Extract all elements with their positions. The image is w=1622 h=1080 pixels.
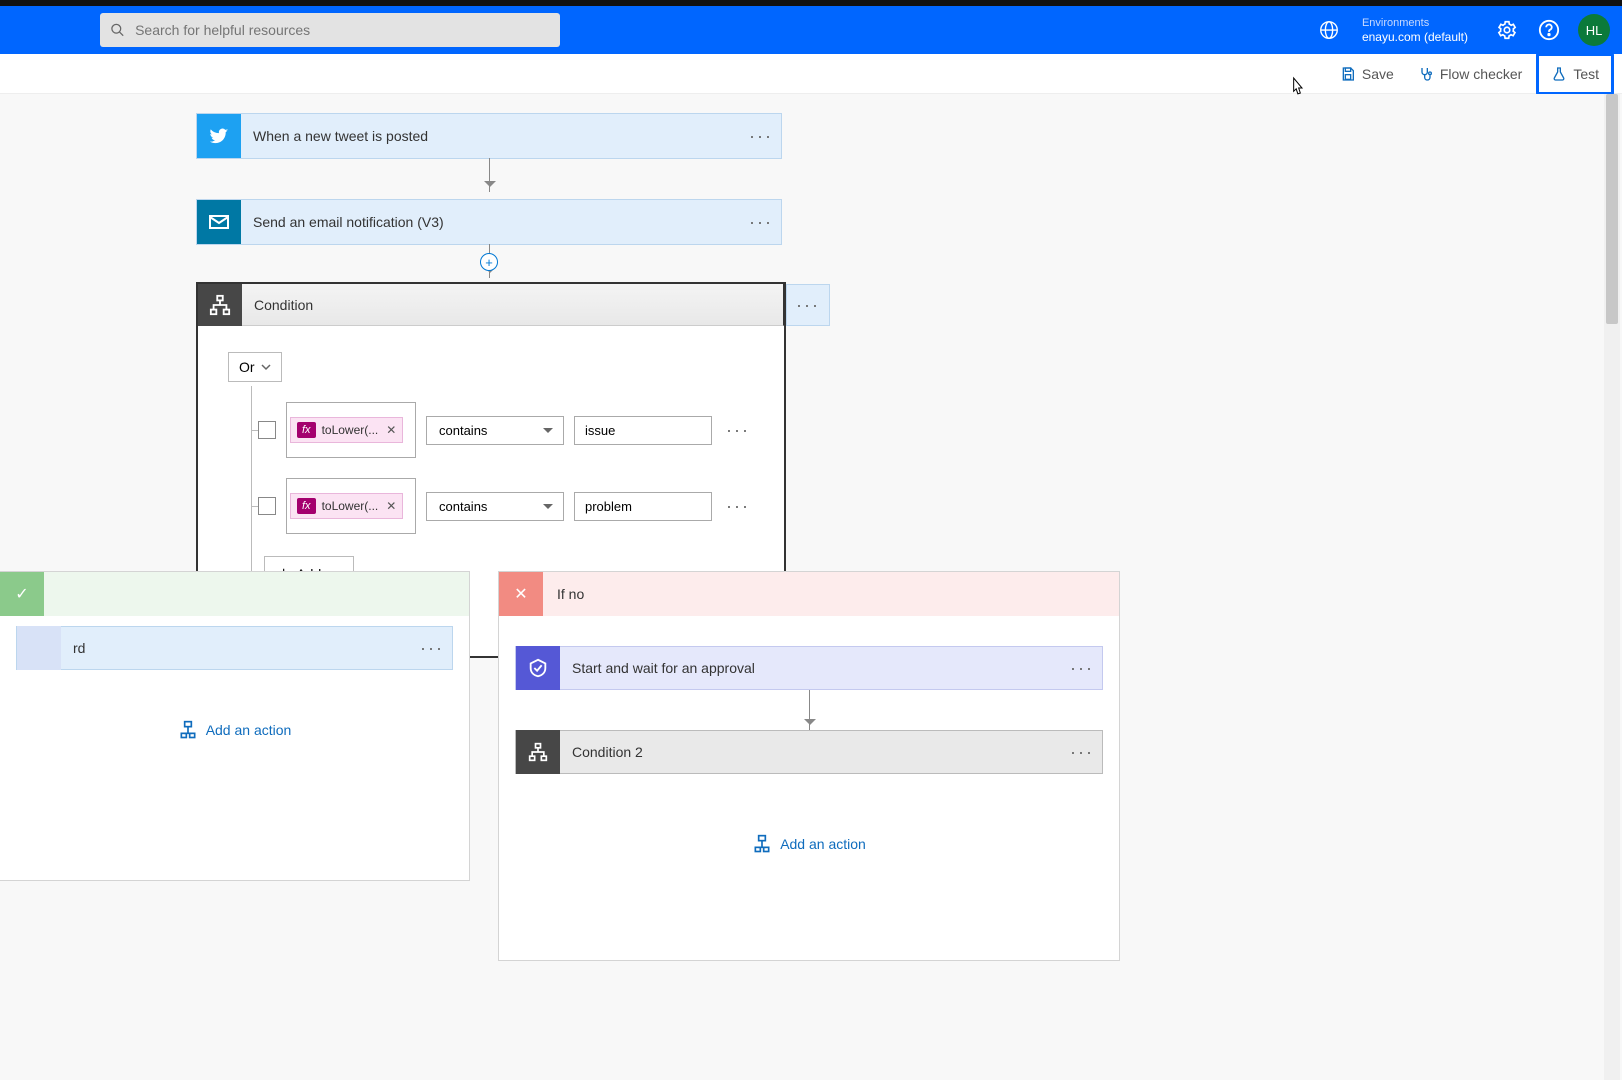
stethoscope-icon [1418, 66, 1434, 82]
connector-arrow [489, 158, 490, 192]
value-input[interactable]: issue [574, 416, 712, 445]
check-icon: ✓ [0, 572, 44, 616]
condition-icon [198, 284, 242, 326]
card-icon [17, 626, 61, 670]
search-icon [110, 22, 125, 38]
logic-dropdown[interactable]: Or [228, 352, 282, 382]
card-menu[interactable]: ··· [412, 638, 452, 659]
mail-icon [197, 200, 241, 244]
remove-expression[interactable]: ✕ [386, 423, 396, 437]
environment-name: enayu.com (default) [1362, 30, 1468, 44]
flow-checker-button[interactable]: Flow checker [1408, 60, 1532, 88]
approval-card[interactable]: Start and wait for an approval ··· [515, 646, 1103, 690]
flask-icon [1551, 66, 1567, 82]
save-icon [1340, 66, 1356, 82]
condition-icon [516, 730, 560, 774]
search-input[interactable] [135, 22, 550, 38]
app-header: Environments enayu.com (default) HL [0, 6, 1622, 54]
trigger-card[interactable]: When a new tweet is posted ··· [196, 113, 782, 159]
if-no-branch: ✕ If no Start and wait for an approval ·… [498, 571, 1120, 961]
mail-title: Send an email notification (V3) [241, 214, 741, 230]
row-menu[interactable]: ··· [722, 420, 754, 441]
if-yes-card-title: rd [61, 640, 412, 656]
condition-title: Condition [242, 297, 783, 313]
approval-icon [516, 646, 560, 690]
approval-menu[interactable]: ··· [1062, 658, 1102, 679]
user-avatar[interactable]: HL [1578, 14, 1610, 46]
environment-label: Environments [1362, 16, 1468, 30]
close-icon: ✕ [499, 572, 543, 616]
add-action-icon [178, 720, 198, 740]
help-icon[interactable] [1538, 19, 1560, 41]
condition-row: fxtoLower(...✕ contains issue ··· [258, 402, 754, 458]
test-button[interactable]: Test [1536, 53, 1614, 95]
flow-canvas[interactable]: When a new tweet is posted ··· Send an e… [0, 94, 1622, 1080]
if-yes-card[interactable]: rd ··· [16, 626, 453, 670]
environment-picker[interactable]: Environments enayu.com (default) [1308, 16, 1468, 44]
add-action-button[interactable]: Add an action [16, 720, 453, 740]
operator-dropdown[interactable]: contains [426, 492, 564, 521]
chevron-down-icon [261, 362, 271, 372]
scrollbar[interactable] [1604, 94, 1620, 1080]
connector-arrow [809, 690, 810, 730]
value-input[interactable]: problem [574, 492, 712, 521]
toolbar: Save Flow checker Test [0, 54, 1622, 94]
approval-title: Start and wait for an approval [560, 660, 1062, 676]
scrollbar-thumb[interactable] [1606, 94, 1618, 324]
row-checkbox[interactable] [258, 421, 276, 439]
condition-row: fxtoLower(...✕ contains problem ··· [258, 478, 754, 534]
condition2-title: Condition 2 [560, 744, 1062, 760]
condition-menu[interactable]: ··· [786, 284, 830, 326]
twitter-icon [197, 114, 241, 158]
condition2-menu[interactable]: ··· [1062, 742, 1102, 763]
expression-field[interactable]: fxtoLower(...✕ [286, 478, 416, 534]
save-button[interactable]: Save [1330, 60, 1404, 88]
add-action-icon [752, 834, 772, 854]
if-no-label: If no [543, 586, 598, 602]
search-box[interactable] [100, 13, 560, 47]
row-checkbox[interactable] [258, 497, 276, 515]
row-menu[interactable]: ··· [722, 496, 754, 517]
trigger-title: When a new tweet is posted [241, 128, 741, 144]
mail-menu[interactable]: ··· [741, 212, 781, 233]
mail-card[interactable]: Send an email notification (V3) ··· [196, 199, 782, 245]
gear-icon[interactable] [1496, 19, 1518, 41]
expression-field[interactable]: fxtoLower(...✕ [286, 402, 416, 458]
environment-icon [1318, 19, 1340, 41]
operator-dropdown[interactable]: contains [426, 416, 564, 445]
condition2-card[interactable]: Condition 2 ··· [515, 730, 1103, 774]
if-yes-branch: ✓ rd ··· Add an action [0, 571, 470, 881]
trigger-menu[interactable]: ··· [741, 126, 781, 147]
remove-expression[interactable]: ✕ [386, 499, 396, 513]
add-step-node[interactable]: + [480, 253, 498, 271]
add-action-button[interactable]: Add an action [515, 834, 1103, 854]
